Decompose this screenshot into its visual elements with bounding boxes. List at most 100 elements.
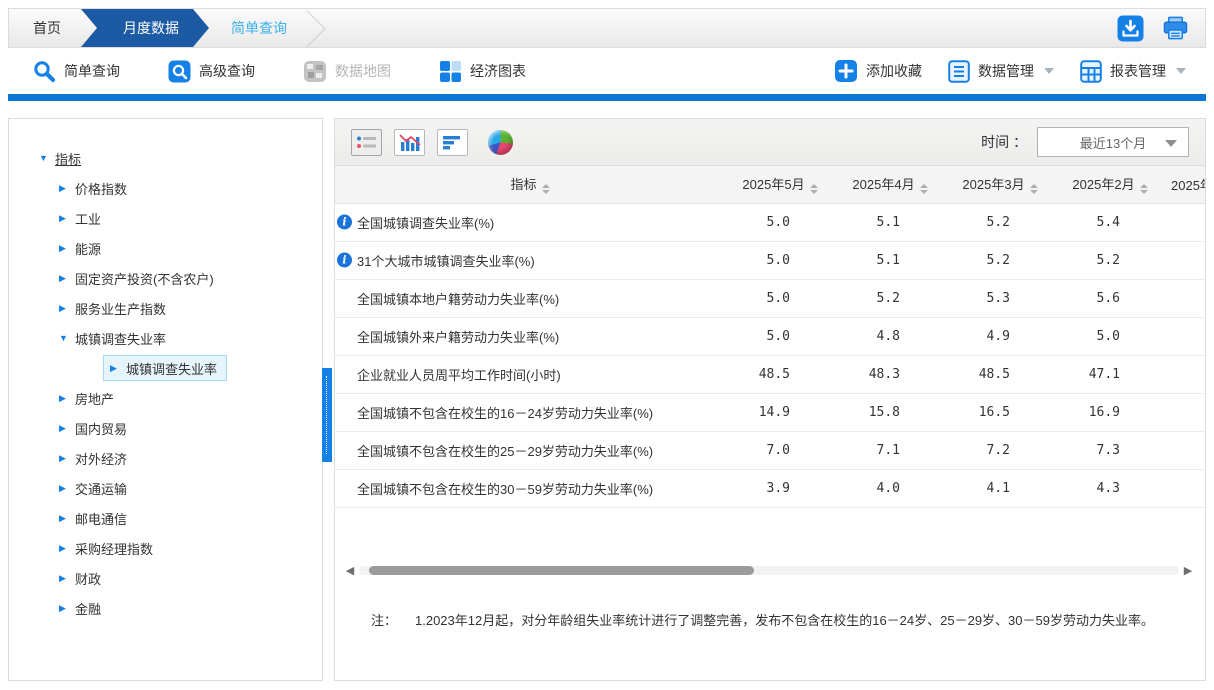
table-row[interactable]: 全国城镇不包含在校生的30－59岁劳动力失业率(%) 3.9 4.0 4.1 4… bbox=[335, 469, 1205, 508]
sort-icon[interactable] bbox=[1029, 184, 1038, 195]
tree-item-finance[interactable]: ▶ 金融 bbox=[59, 593, 322, 623]
tree-collapsed-icon[interactable]: ▶ bbox=[59, 183, 75, 194]
pie-chart-view-button[interactable] bbox=[488, 129, 513, 155]
tree-item-real-estate[interactable]: ▶ 房地产 bbox=[59, 383, 322, 413]
download-icon bbox=[1117, 15, 1144, 41]
time-range-select[interactable]: 最近13个月 bbox=[1037, 127, 1189, 157]
view-toolbar: 时间 ： 最近13个月 bbox=[335, 119, 1205, 166]
report-manage-label: 报表管理 bbox=[1110, 63, 1166, 79]
info-icon[interactable]: i bbox=[337, 214, 352, 230]
table-row[interactable]: 全国城镇不包含在校生的25－29岁劳动力失业率(%) 7.0 7.1 7.2 7… bbox=[335, 431, 1205, 470]
column-chart-view-button[interactable] bbox=[394, 128, 425, 156]
row-label: 全国城镇不包含在校生的16－24岁劳动力失业率(%) bbox=[357, 405, 654, 421]
breadcrumb-home-tab[interactable]: 首页 bbox=[9, 9, 95, 47]
tree-item-price-index[interactable]: ▶ 价格指数 bbox=[59, 173, 322, 203]
tree-expanded-icon[interactable]: ▼ bbox=[59, 333, 75, 343]
tree-item-label: 财政 bbox=[75, 571, 102, 587]
tree-collapsed-icon[interactable]: ▶ bbox=[59, 303, 75, 314]
scrollbar-track[interactable] bbox=[359, 566, 1179, 575]
cell-value: 4.9 bbox=[945, 317, 1055, 356]
cell-value: 5.1 bbox=[835, 203, 945, 242]
tree-collapsed-icon[interactable]: ▶ bbox=[110, 363, 126, 374]
tree-collapsed-icon[interactable]: ▶ bbox=[59, 393, 75, 404]
table-row[interactable]: i 全国城镇调查失业率(%) 5.0 5.1 5.2 5.4 bbox=[335, 203, 1205, 242]
table-view-button[interactable] bbox=[351, 128, 382, 156]
breadcrumb-sub-tab[interactable]: 简单查询 bbox=[209, 9, 293, 47]
tree-collapsed-icon[interactable]: ▶ bbox=[59, 213, 75, 224]
bar-chart-view-button[interactable] bbox=[437, 128, 468, 156]
cell-value bbox=[1165, 279, 1205, 318]
tree-item-label: 金融 bbox=[75, 601, 102, 617]
sidebar-resize-handle[interactable] bbox=[322, 368, 332, 462]
tree-collapsed-icon[interactable]: ▶ bbox=[59, 423, 75, 434]
cell-value: 5.6 bbox=[1055, 279, 1165, 318]
scroll-right-icon[interactable]: ▶ bbox=[1181, 564, 1195, 577]
tree-item-fixed-assets[interactable]: ▶ 固定资产投资(不含农户) bbox=[59, 263, 322, 293]
cell-value bbox=[1165, 469, 1205, 508]
table-row[interactable]: 全国城镇本地户籍劳动力失业率(%) 5.0 5.2 5.3 5.6 bbox=[335, 279, 1205, 318]
cell-value: 5.2 bbox=[1055, 241, 1165, 280]
report-manage-menu[interactable]: 报表管理 bbox=[1080, 59, 1186, 83]
tree-item-service-index[interactable]: ▶ 服务业生产指数 bbox=[59, 293, 322, 323]
col-header-label: 2025年 bbox=[1171, 177, 1205, 193]
advanced-query-button[interactable]: 高级查询 bbox=[168, 60, 255, 83]
table-row[interactable]: 全国城镇外来户籍劳动力失业率(%) 5.0 4.8 4.9 5.0 bbox=[335, 317, 1205, 356]
data-map-button: 数据地图 bbox=[303, 60, 391, 83]
tree-item-domestic-trade[interactable]: ▶ 国内贸易 bbox=[59, 413, 322, 443]
printer-icon bbox=[1163, 16, 1188, 39]
tree-root-indicator[interactable]: ▼ 指标 bbox=[39, 143, 322, 173]
tree-collapsed-icon[interactable]: ▶ bbox=[59, 243, 75, 254]
cell-value bbox=[1165, 203, 1205, 242]
cell-value: 15.8 bbox=[835, 393, 945, 432]
tree-item-survey-unemployment[interactable]: ▼ 城镇调查失业率 bbox=[59, 323, 322, 353]
tree-item-transport[interactable]: ▶ 交通运输 bbox=[59, 473, 322, 503]
tree-item-industry[interactable]: ▶ 工业 bbox=[59, 203, 322, 233]
cell-value: 16.9 bbox=[1055, 393, 1165, 432]
cell-value: 3.9 bbox=[725, 469, 835, 508]
col-header-2025-04: 2025年4月 bbox=[835, 166, 945, 204]
data-manage-menu[interactable]: 数据管理 bbox=[948, 59, 1054, 83]
simple-query-button[interactable]: 简单查询 bbox=[32, 59, 120, 83]
tree-item-energy[interactable]: ▶ 能源 bbox=[59, 233, 322, 263]
tree-item-survey-unemployment-child[interactable]: ▶ 城镇调查失业率 bbox=[59, 353, 322, 383]
economic-charts-icon bbox=[440, 60, 461, 82]
tree-item-post-telecom[interactable]: ▶ 邮电通信 bbox=[59, 503, 322, 533]
tree-collapsed-icon[interactable]: ▶ bbox=[59, 573, 75, 584]
table-row[interactable]: 全国城镇不包含在校生的16－24岁劳动力失业率(%) 14.9 15.8 16.… bbox=[335, 393, 1205, 432]
scrollbar-thumb[interactable] bbox=[369, 566, 754, 575]
cell-value: 5.3 bbox=[945, 279, 1055, 318]
bar-chart-icon bbox=[442, 135, 460, 149]
tree-collapsed-icon[interactable]: ▶ bbox=[59, 453, 75, 464]
cell-value: 16.5 bbox=[945, 393, 1055, 432]
tree-expanded-icon[interactable]: ▼ bbox=[39, 153, 55, 163]
row-label: 企业就业人员周平均工作时间(小时) bbox=[357, 367, 561, 383]
toolbar-right-group: 添加收藏 数据管理 报表管理 bbox=[834, 59, 1190, 83]
tree-collapsed-icon[interactable]: ▶ bbox=[59, 513, 75, 524]
cell-value: 4.8 bbox=[835, 317, 945, 356]
print-button[interactable] bbox=[1162, 15, 1189, 42]
simple-query-label: 简单查询 bbox=[64, 63, 120, 79]
table-row[interactable]: 企业就业人员周平均工作时间(小时) 48.5 48.3 48.5 47.1 bbox=[335, 355, 1205, 394]
economic-charts-button[interactable]: 经济图表 bbox=[439, 60, 526, 83]
add-favorite-button[interactable]: 添加收藏 bbox=[834, 59, 922, 83]
breadcrumb-current-tab[interactable]: 月度数据 bbox=[81, 9, 209, 47]
tree-selected-item[interactable]: ▶ 城镇调查失业率 bbox=[103, 355, 228, 381]
cell-value: 7.1 bbox=[835, 431, 945, 470]
sort-icon[interactable] bbox=[809, 184, 818, 195]
tree-collapsed-icon[interactable]: ▶ bbox=[59, 273, 75, 284]
sort-icon[interactable] bbox=[1139, 184, 1148, 195]
tree-item-pmi[interactable]: ▶ 采购经理指数 bbox=[59, 533, 322, 563]
advanced-search-icon bbox=[168, 60, 191, 82]
tree-collapsed-icon[interactable]: ▶ bbox=[59, 483, 75, 494]
table-row[interactable]: i 31个大城市城镇调查失业率(%) 5.0 5.1 5.2 5.2 bbox=[335, 241, 1205, 280]
tree-item-fiscal[interactable]: ▶ 财政 bbox=[59, 563, 322, 593]
scroll-left-icon[interactable]: ◀ bbox=[343, 564, 357, 577]
tree-collapsed-icon[interactable]: ▶ bbox=[59, 603, 75, 614]
info-icon[interactable]: i bbox=[337, 252, 352, 268]
tree-collapsed-icon[interactable]: ▶ bbox=[59, 543, 75, 554]
cell-value: 5.4 bbox=[1055, 203, 1165, 242]
tree-item-foreign-economy[interactable]: ▶ 对外经济 bbox=[59, 443, 322, 473]
sort-icon[interactable] bbox=[541, 184, 550, 195]
download-button[interactable] bbox=[1117, 15, 1144, 42]
sort-icon[interactable] bbox=[919, 184, 928, 195]
